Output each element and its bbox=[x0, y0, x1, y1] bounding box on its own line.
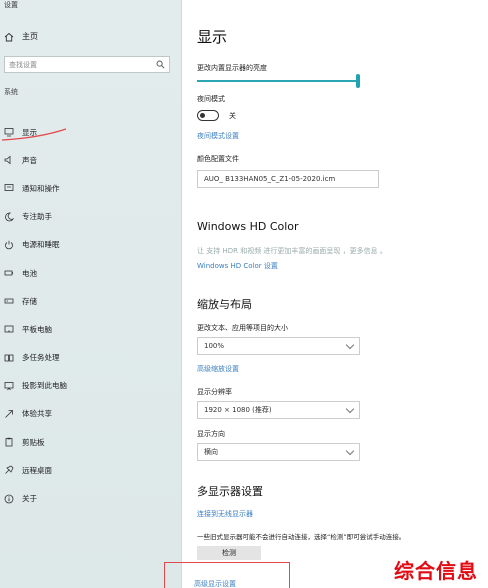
battery-icon bbox=[4, 270, 13, 276]
home-label: 主页 bbox=[22, 32, 38, 41]
sidebar-item-label: 平板电脑 bbox=[22, 324, 52, 334]
sidebar-item-label: 投影到此电脑 bbox=[22, 381, 67, 391]
monitor-icon bbox=[4, 128, 14, 137]
sidebar-item-storage[interactable]: 存储 bbox=[4, 287, 180, 315]
night-mode-toggle[interactable] bbox=[197, 110, 219, 121]
night-mode-settings-link[interactable]: 夜间模式设置 bbox=[197, 131, 239, 141]
speaker-icon bbox=[4, 155, 11, 165]
night-mode-state: 关 bbox=[229, 112, 236, 120]
sidebar-item-home[interactable]: 主页 bbox=[4, 31, 38, 42]
scale-select[interactable]: 100% bbox=[197, 337, 360, 355]
night-mode-label: 夜间模式 bbox=[197, 95, 225, 103]
resolution-label: 显示分辨率 bbox=[197, 388, 232, 396]
brightness-label: 更改内置显示器的亮度 bbox=[197, 64, 267, 72]
sidebar-item-battery[interactable]: 电池 bbox=[4, 259, 180, 287]
search-icon bbox=[156, 60, 165, 69]
sidebar-item-sound[interactable]: 声音 bbox=[4, 146, 180, 174]
resolution-value: 1920 × 1080 (推荐) bbox=[204, 406, 272, 414]
hd-color-title: Windows HD Color bbox=[197, 220, 299, 233]
color-profile-value: AUO_ B133HAN05_C_Z1-05-2020.icm bbox=[204, 175, 336, 183]
hd-color-settings-link[interactable]: Windows HD Color 设置 bbox=[197, 261, 278, 271]
projector-icon bbox=[4, 381, 14, 391]
sidebar-item-label: 远程桌面 bbox=[22, 465, 52, 475]
search-placeholder: 查找设置 bbox=[9, 60, 37, 69]
moon-icon bbox=[5, 212, 14, 221]
sidebar-item-about[interactable]: 关于 bbox=[4, 484, 180, 512]
scale-value: 100% bbox=[204, 342, 225, 350]
section-label: 系统 bbox=[4, 88, 18, 96]
remote-icon bbox=[5, 465, 14, 475]
hd-color-description: 让 支持 HDR 和视频 进行更加丰富的画面呈现 ，更多信息 。 bbox=[197, 247, 387, 255]
notification-icon bbox=[4, 184, 14, 192]
scale-layout-title: 缩放与布局 bbox=[197, 298, 252, 311]
annotation-box bbox=[164, 562, 290, 588]
sidebar-item-label: 电池 bbox=[22, 268, 37, 278]
sidebar-item-label: 剪贴板 bbox=[22, 437, 45, 447]
sidebar: 设置 主页 查找设置 系统 显示 声音 通知和操作 专注助手 电源和睡眠 电池 … bbox=[0, 0, 182, 588]
sidebar-item-label: 体验共享 bbox=[22, 409, 52, 419]
resolution-select[interactable]: 1920 × 1080 (推荐) bbox=[197, 401, 360, 419]
search-input[interactable]: 查找设置 bbox=[4, 56, 170, 73]
color-profile-label: 颜色配置文件 bbox=[197, 155, 239, 163]
tablet-icon bbox=[4, 326, 14, 333]
sidebar-item-tablet[interactable]: 平板电脑 bbox=[4, 315, 180, 343]
chevron-down-icon bbox=[345, 340, 355, 349]
orientation-label: 显示方向 bbox=[197, 430, 225, 438]
advanced-scaling-link[interactable]: 高级缩放设置 bbox=[197, 364, 239, 374]
sidebar-item-power-sleep[interactable]: 电源和睡眠 bbox=[4, 231, 180, 259]
sidebar-item-label: 电源和睡眠 bbox=[22, 240, 60, 250]
sidebar-item-clipboard[interactable]: 剪贴板 bbox=[4, 428, 180, 456]
main-panel: 显示 更改内置显示器的亮度 夜间模式 关 夜间模式设置 颜色配置文件 AUO_ … bbox=[164, 0, 488, 588]
share-icon bbox=[5, 410, 13, 418]
multi-display-title: 多显示器设置 bbox=[197, 485, 263, 498]
app-title: 设置 bbox=[4, 1, 18, 9]
sidebar-item-label: 存储 bbox=[22, 296, 37, 306]
clipboard-icon bbox=[5, 437, 13, 447]
sidebar-item-label: 声音 bbox=[22, 155, 37, 165]
detect-button[interactable]: 检测 bbox=[197, 546, 261, 560]
chevron-down-icon bbox=[345, 404, 355, 413]
sidebar-item-label: 多任务处理 bbox=[22, 353, 60, 363]
brightness-slider-thumb[interactable] bbox=[356, 74, 360, 88]
orientation-select[interactable]: 横向 bbox=[197, 443, 360, 461]
sidebar-item-notifications[interactable]: 通知和操作 bbox=[4, 174, 180, 202]
multi-display-description: 一些旧式显示器可能不会进行自动连接，选择“检测”即可尝试手动连接。 bbox=[197, 533, 406, 541]
sidebar-item-label: 通知和操作 bbox=[22, 183, 60, 193]
storage-icon bbox=[4, 298, 14, 304]
sidebar-item-multitasking[interactable]: 多任务处理 bbox=[4, 344, 180, 372]
sidebar-item-focus-assist[interactable]: 专注助手 bbox=[4, 203, 180, 231]
orientation-value: 横向 bbox=[204, 448, 218, 456]
nav-list: 显示 声音 通知和操作 专注助手 电源和睡眠 电池 存储 平板电脑 多任务处理 … bbox=[4, 118, 180, 513]
info-icon bbox=[4, 494, 14, 503]
wireless-display-link[interactable]: 连接到无线显示器 bbox=[197, 509, 253, 519]
power-icon bbox=[5, 240, 13, 250]
brightness-slider-track[interactable] bbox=[197, 80, 358, 82]
sidebar-item-label: 显示 bbox=[22, 127, 37, 137]
home-icon bbox=[4, 32, 14, 41]
watermark: 综合信息 bbox=[394, 559, 478, 583]
color-profile-select[interactable]: AUO_ B133HAN05_C_Z1-05-2020.icm bbox=[197, 170, 379, 188]
multitask-icon bbox=[4, 354, 14, 361]
sidebar-item-display[interactable]: 显示 bbox=[4, 118, 180, 146]
scale-label: 更改文本、应用等项目的大小 bbox=[197, 324, 288, 332]
sidebar-item-label: 专注助手 bbox=[22, 212, 52, 222]
sidebar-item-label: 关于 bbox=[22, 494, 37, 504]
sidebar-item-remote-desktop[interactable]: 远程桌面 bbox=[4, 456, 180, 484]
sidebar-item-project[interactable]: 投影到此电脑 bbox=[4, 372, 180, 400]
chevron-down-icon bbox=[345, 446, 355, 455]
sidebar-item-shared-experiences[interactable]: 体验共享 bbox=[4, 400, 180, 428]
page-title: 显示 bbox=[197, 28, 228, 46]
